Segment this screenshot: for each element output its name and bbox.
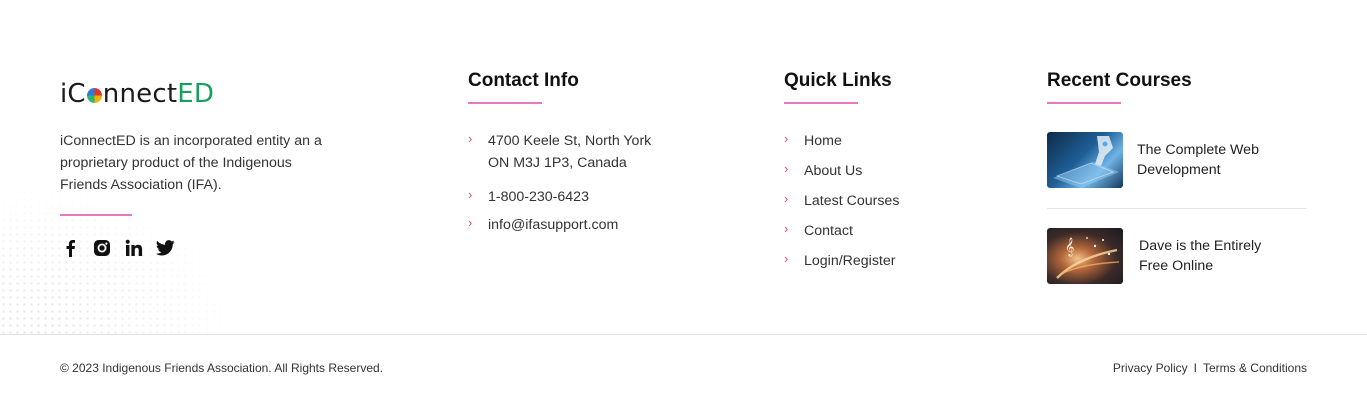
recent-courses-heading: Recent Courses (1047, 70, 1192, 91)
contact-info-column: Contact Info › 4700 Keele St, North York… (468, 70, 728, 236)
course-title[interactable]: The Complete Web Development (1137, 140, 1287, 180)
social-links (60, 238, 360, 257)
legal-separator: I (1193, 361, 1197, 375)
copyright-text: © 2023 Indigenous Friends Association. A… (60, 361, 384, 375)
linkedin-icon[interactable] (124, 238, 143, 257)
quick-links-heading: Quick Links (784, 70, 892, 91)
terms-conditions-link[interactable]: Terms & Conditions (1203, 361, 1307, 375)
course-card[interactable]: The Complete Web Development (1047, 132, 1307, 188)
quick-links-column: Quick Links › Home › About Us › Latest C… (784, 70, 1004, 280)
contact-heading-underline (468, 102, 542, 104)
footer-bottom-divider (0, 334, 1367, 335)
chevron-right-icon: › (468, 131, 473, 146)
chevron-right-icon: › (468, 215, 473, 230)
contact-list: › 4700 Keele St, North York ON M3J 1P3, … (468, 130, 728, 236)
course-title[interactable]: Dave is the Entirely Free Online (1139, 236, 1289, 276)
chevron-right-icon: › (784, 251, 789, 266)
site-logo[interactable]: iC nnect ED (60, 78, 360, 110)
quick-link-label[interactable]: Home (804, 130, 842, 160)
twitter-icon[interactable] (156, 238, 175, 257)
legal-links: Privacy Policy I Terms & Conditions (1113, 361, 1307, 375)
recent-courses-column: Recent Courses The Complete Web Developm… (1047, 70, 1307, 284)
quick-link-label[interactable]: Login/Register (804, 250, 896, 280)
chevron-right-icon: › (784, 221, 789, 236)
brand-divider (60, 214, 132, 216)
address-line-1: 4700 Keele St, North York (488, 133, 652, 149)
phone-number[interactable]: 1-800-230-6423 (488, 186, 589, 208)
quick-link-home[interactable]: › Home (784, 130, 1004, 160)
chevron-right-icon: › (784, 131, 789, 146)
recent-courses-heading-underline (1047, 102, 1121, 104)
logo-text-middle: nnect (102, 79, 178, 109)
logo-text-suffix: ED (177, 79, 215, 109)
contact-email[interactable]: › info@ifasupport.com (468, 214, 728, 236)
quick-link-about-us[interactable]: › About Us (784, 160, 1004, 190)
quick-link-label[interactable]: About Us (804, 160, 862, 190)
svg-text:𝄞: 𝄞 (1065, 237, 1074, 257)
footer-brand-column: iC nnect ED iConnectED is an incorporated … (60, 78, 360, 257)
course-divider (1047, 208, 1307, 209)
quick-links-heading-underline (784, 102, 858, 104)
contact-address: › 4700 Keele St, North York ON M3J 1P3, … (468, 130, 728, 174)
course-thumbnail[interactable]: 𝄞 (1047, 228, 1123, 284)
logo-globe-icon (86, 87, 102, 103)
chevron-right-icon: › (468, 187, 473, 202)
course-card[interactable]: 𝄞 Dave is the Entirely Free Online (1047, 228, 1307, 284)
contact-heading: Contact Info (468, 70, 579, 91)
chevron-right-icon: › (784, 161, 789, 176)
logo-text-prefix: iC (60, 79, 86, 109)
quick-link-contact[interactable]: › Contact (784, 220, 1004, 250)
chevron-right-icon: › (784, 191, 789, 206)
address-line-2: ON M3J 1P3, Canada (488, 155, 627, 171)
quick-link-login-register[interactable]: › Login/Register (784, 250, 1004, 280)
quick-link-latest-courses[interactable]: › Latest Courses (784, 190, 1004, 220)
course-thumbnail[interactable] (1047, 132, 1123, 188)
facebook-icon[interactable] (60, 238, 79, 257)
email-link[interactable]: info@ifasupport.com (488, 214, 618, 236)
quick-links-list: › Home › About Us › Latest Courses › Con… (784, 130, 1004, 280)
about-text: iConnectED is an incorporated entity an … (60, 133, 322, 193)
contact-phone[interactable]: › 1-800-230-6423 (468, 186, 728, 208)
quick-link-label[interactable]: Latest Courses (804, 190, 899, 220)
quick-link-label[interactable]: Contact (804, 220, 853, 250)
privacy-policy-link[interactable]: Privacy Policy (1113, 361, 1188, 375)
instagram-icon[interactable] (92, 238, 111, 257)
